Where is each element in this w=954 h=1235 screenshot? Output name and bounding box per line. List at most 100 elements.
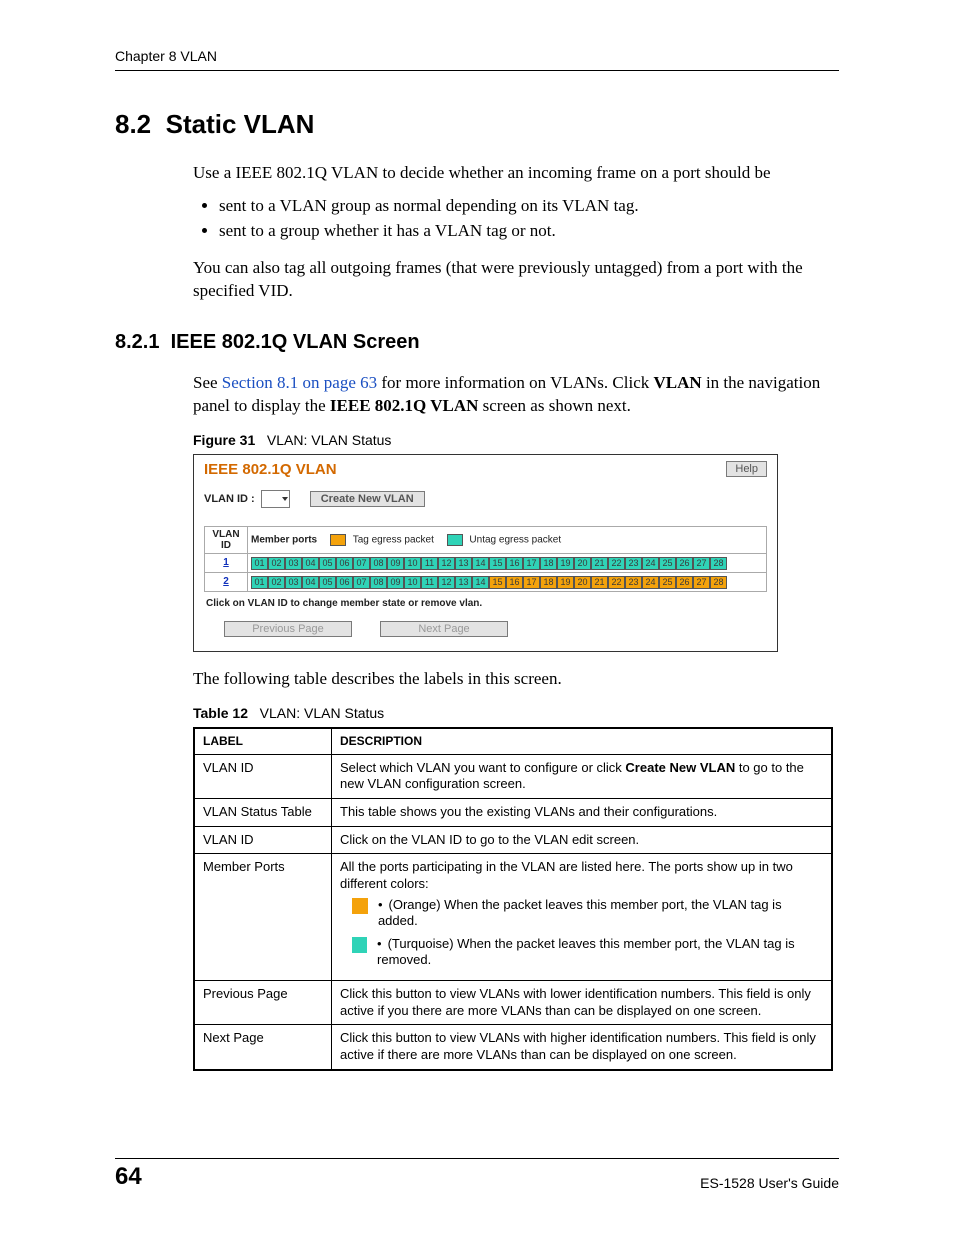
port-cell[interactable]: 01 [251, 557, 268, 570]
port-cell[interactable]: 27 [693, 576, 710, 589]
table-row: VLAN ID Select which VLAN you want to co… [194, 754, 832, 798]
port-cell[interactable]: 21 [591, 557, 608, 570]
swatch-orange-icon [352, 898, 368, 914]
port-cell[interactable]: 05 [319, 557, 336, 570]
legend-untag-label: Untag egress packet [469, 534, 561, 545]
section-bullet-list: sent to a VLAN group as normal depending… [193, 195, 839, 243]
bold-term: IEEE 802.1Q VLAN [330, 396, 478, 415]
port-cell[interactable]: 28 [710, 576, 727, 589]
bold-term: VLAN [654, 373, 702, 392]
port-cell[interactable]: 26 [676, 557, 693, 570]
port-cell[interactable]: 03 [285, 557, 302, 570]
vlan-id-link[interactable]: 1 [223, 557, 229, 568]
cross-reference-link[interactable]: Section 8.1 on page 63 [222, 373, 377, 392]
port-cell[interactable]: 15 [489, 557, 506, 570]
table-row: Member Ports All the ports participating… [194, 854, 832, 981]
port-cell[interactable]: 10 [404, 576, 421, 589]
port-cell[interactable]: 14 [472, 557, 489, 570]
port-cell[interactable]: 19 [557, 557, 574, 570]
figure-number: Figure 31 [193, 432, 255, 448]
figure-caption: Figure 31 VLAN: VLAN Status [193, 432, 839, 448]
cell-label: VLAN ID [194, 826, 332, 854]
port-cell[interactable]: 08 [370, 557, 387, 570]
port-cell[interactable]: 27 [693, 557, 710, 570]
vlan-status-table: VLAN ID Member ports Tag egress packet U… [204, 526, 767, 592]
cell-label: Member Ports [194, 854, 332, 981]
port-cell[interactable]: 20 [574, 576, 591, 589]
vlan-id-link[interactable]: 2 [223, 576, 229, 587]
help-button[interactable]: Help [726, 461, 767, 477]
text: Select which VLAN you want to configure … [340, 760, 625, 775]
port-cell[interactable]: 20 [574, 557, 591, 570]
cell-label: VLAN Status Table [194, 799, 332, 827]
port-cell[interactable]: 02 [268, 557, 285, 570]
header-description: DESCRIPTION [332, 728, 833, 755]
figure-vlan-status: IEEE 802.1Q VLAN Help VLAN ID : Create N… [193, 454, 778, 652]
create-new-vlan-button[interactable]: Create New VLAN [310, 491, 425, 507]
port-cell[interactable]: 23 [625, 576, 642, 589]
port-cell[interactable]: 16 [506, 576, 523, 589]
port-cell[interactable]: 13 [455, 557, 472, 570]
port-cell[interactable]: 06 [336, 557, 353, 570]
port-cell[interactable]: 17 [523, 576, 540, 589]
port-cell[interactable]: 12 [438, 557, 455, 570]
port-cell[interactable]: 16 [506, 557, 523, 570]
next-page-button[interactable]: Next Page [380, 621, 508, 637]
bold-term: Create New VLAN [625, 760, 735, 775]
port-cell[interactable]: 10 [404, 557, 421, 570]
previous-page-button[interactable]: Previous Page [224, 621, 352, 637]
bullet-item: sent to a group whether it has a VLAN ta… [219, 220, 839, 243]
member-ports-cell: 0102030405060708091011121314151617181920… [248, 572, 767, 591]
chevron-down-icon [282, 497, 288, 501]
port-cell[interactable]: 25 [659, 557, 676, 570]
port-cell[interactable]: 25 [659, 576, 676, 589]
port-cell[interactable]: 07 [353, 557, 370, 570]
section-intro: Use a IEEE 802.1Q VLAN to decide whether… [193, 162, 839, 185]
port-cell[interactable]: 15 [489, 576, 506, 589]
port-cell[interactable]: 04 [302, 557, 319, 570]
table-row: Next Page Click this button to view VLAN… [194, 1025, 832, 1070]
bullet-text: (Turquoise) When the packet leaves this … [377, 936, 823, 969]
vlan-row: 1010203040506070809101112131415161718192… [205, 553, 767, 572]
member-ports-label: Member ports [251, 534, 317, 545]
port-cell[interactable]: 14 [472, 576, 489, 589]
legend-swatch-turquoise [447, 534, 463, 546]
screen-title: IEEE 802.1Q VLAN [204, 461, 337, 478]
port-cell[interactable]: 23 [625, 557, 642, 570]
port-cell[interactable]: 24 [642, 557, 659, 570]
port-cell[interactable]: 22 [608, 557, 625, 570]
port-cell[interactable]: 11 [421, 576, 438, 589]
port-cell[interactable]: 08 [370, 576, 387, 589]
port-cell[interactable]: 21 [591, 576, 608, 589]
port-cell[interactable]: 04 [302, 576, 319, 589]
bullet-text: (Orange) When the packet leaves this mem… [378, 897, 823, 930]
section-heading: 8.2 Static VLAN [115, 109, 839, 140]
subsection-title: IEEE 802.1Q VLAN Screen [171, 331, 420, 353]
port-cell[interactable]: 01 [251, 576, 268, 589]
port-cell[interactable]: 07 [353, 576, 370, 589]
port-cell[interactable]: 09 [387, 557, 404, 570]
text: screen as shown next. [478, 396, 631, 415]
port-cell[interactable]: 05 [319, 576, 336, 589]
port-cell[interactable]: 13 [455, 576, 472, 589]
port-cell[interactable]: 22 [608, 576, 625, 589]
port-cell[interactable]: 24 [642, 576, 659, 589]
port-cell[interactable]: 06 [336, 576, 353, 589]
cell-description: Click this button to view VLANs with hig… [332, 1025, 833, 1070]
port-cell[interactable]: 03 [285, 576, 302, 589]
port-cell[interactable]: 09 [387, 576, 404, 589]
port-cell[interactable]: 18 [540, 576, 557, 589]
section-title: Static VLAN [166, 109, 315, 139]
port-cell[interactable]: 17 [523, 557, 540, 570]
section-intro-tail: You can also tag all outgoing frames (th… [193, 257, 839, 303]
vlan-id-select[interactable] [261, 490, 290, 508]
port-cell[interactable]: 11 [421, 557, 438, 570]
text: for more information on VLANs. Click [377, 373, 653, 392]
table-title: VLAN: VLAN Status [260, 705, 385, 721]
port-cell[interactable]: 18 [540, 557, 557, 570]
port-cell[interactable]: 26 [676, 576, 693, 589]
port-cell[interactable]: 28 [710, 557, 727, 570]
port-cell[interactable]: 12 [438, 576, 455, 589]
port-cell[interactable]: 02 [268, 576, 285, 589]
port-cell[interactable]: 19 [557, 576, 574, 589]
